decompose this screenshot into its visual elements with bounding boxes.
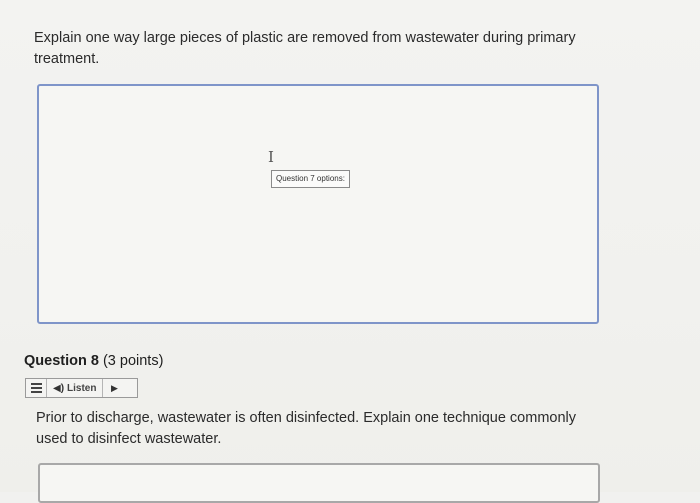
question-8-prompt: Prior to discharge, wastewater is often …	[36, 410, 577, 447]
listen-label: Listen	[67, 382, 97, 394]
play-icon[interactable]: ▶	[103, 379, 125, 397]
speaker-icon: ◀)	[53, 382, 65, 394]
listen-toolbar: ◀) Listen ▶	[25, 378, 138, 398]
question-8-answer-box[interactable]	[38, 463, 600, 503]
menu-icon[interactable]	[26, 379, 47, 397]
question-7-answer-box[interactable]	[37, 84, 599, 324]
question-8-heading: Question 8 (3 points)	[24, 353, 163, 369]
text-cursor-icon: I	[268, 148, 274, 166]
listen-button[interactable]: ◀) Listen	[47, 379, 104, 397]
question-7-options-tooltip: Question 7 options:	[271, 170, 350, 188]
quiz-page: Explain one way large pieces of plastic …	[0, 0, 700, 503]
question-7-prompt: Explain one way large pieces of plastic …	[34, 30, 576, 67]
question-8-number: Question 8	[24, 353, 99, 369]
question-8-points: (3 points)	[102, 353, 164, 369]
